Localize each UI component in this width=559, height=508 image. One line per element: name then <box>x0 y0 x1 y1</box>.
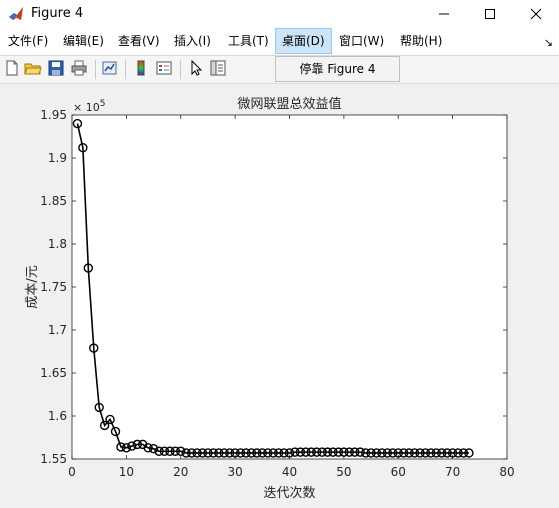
y-tick-label: 1.65 <box>40 366 67 380</box>
y-tick-label: 1.55 <box>40 452 67 466</box>
y-tick-label: 1.6 <box>48 409 67 423</box>
menu-help[interactable]: 帮助(H) <box>394 28 448 54</box>
window-title: Figure 4 <box>31 6 84 21</box>
menu-edit[interactable]: 编辑(E) <box>57 28 110 54</box>
menu-desktop[interactable]: 桌面(D) <box>275 28 332 54</box>
minimize-button[interactable] <box>421 0 467 28</box>
pointer-icon[interactable] <box>187 59 205 77</box>
x-tick-label: 60 <box>391 465 406 479</box>
minimize-icon <box>439 13 449 15</box>
menu-insert[interactable]: 插入(I) <box>168 28 217 54</box>
maximize-button[interactable] <box>467 0 513 28</box>
link-plot-icon[interactable] <box>101 59 119 77</box>
menu-window[interactable]: 窗口(W) <box>333 28 390 54</box>
y-tick-label: 1.9 <box>48 151 67 165</box>
x-tick-label: 10 <box>119 465 134 479</box>
y-exponent-label: × 105 <box>73 99 105 114</box>
x-tick-label: 40 <box>282 465 297 479</box>
y-tick-label: 1.95 <box>40 108 67 122</box>
x-tick-label: 80 <box>499 465 514 479</box>
dock-figure-button[interactable]: 停靠 Figure 4 <box>275 56 400 82</box>
toolbar-separator <box>180 60 181 79</box>
legend-icon[interactable] <box>155 59 173 77</box>
save-icon[interactable] <box>47 59 65 77</box>
y-tick-label: 1.7 <box>48 323 67 337</box>
menu-file[interactable]: 文件(F) <box>2 28 54 54</box>
x-tick-label: 20 <box>173 465 188 479</box>
figure-canvas: 0 10 20 30 40 50 60 70 80 1.55 1.6 1.65 1.7 1.75 1.8 1.… <box>0 84 559 504</box>
matlab-logo-icon <box>9 7 23 20</box>
colorbar-icon[interactable] <box>132 59 150 77</box>
y-tick-label: 1.75 <box>40 280 67 294</box>
x-tick-label: 50 <box>336 465 351 479</box>
window-titlebar: Figure 4 <box>0 0 559 28</box>
x-tick-label: 30 <box>227 465 242 479</box>
print-icon[interactable] <box>70 59 88 77</box>
menu-tools[interactable]: 工具(T) <box>222 28 275 54</box>
new-file-icon[interactable] <box>3 59 21 77</box>
open-folder-icon[interactable] <box>24 59 42 77</box>
maximize-icon <box>485 9 495 19</box>
property-editor-icon[interactable] <box>209 59 227 77</box>
y-tick-label: 1.8 <box>48 237 67 251</box>
chart-title: 微网联盟总效益值 <box>237 96 341 112</box>
menu-bar: 文件(F) 编辑(E) 查看(V) 插入(I) 工具(T) 桌面(D) 窗口(W… <box>0 28 559 56</box>
toolbar-separator <box>125 60 126 79</box>
x-axis-label: 迭代次数 <box>263 485 315 501</box>
y-tick-label: 1.85 <box>40 194 67 208</box>
x-tick-label: 70 <box>445 465 460 479</box>
chart[interactable]: 0 10 20 30 40 50 60 70 80 1.55 1.6 1.65 1.7 1.75 1.8 1.… <box>0 84 559 504</box>
x-tick-label: 0 <box>68 465 76 479</box>
y-axis-label: 成本/元 <box>25 265 40 308</box>
menu-view[interactable]: 查看(V) <box>112 28 166 54</box>
close-icon <box>530 8 542 20</box>
axes-background <box>72 115 507 459</box>
toolbar-separator <box>95 60 96 79</box>
close-button[interactable] <box>513 0 559 28</box>
dock-arrow-icon[interactable]: ↘ <box>544 36 553 49</box>
